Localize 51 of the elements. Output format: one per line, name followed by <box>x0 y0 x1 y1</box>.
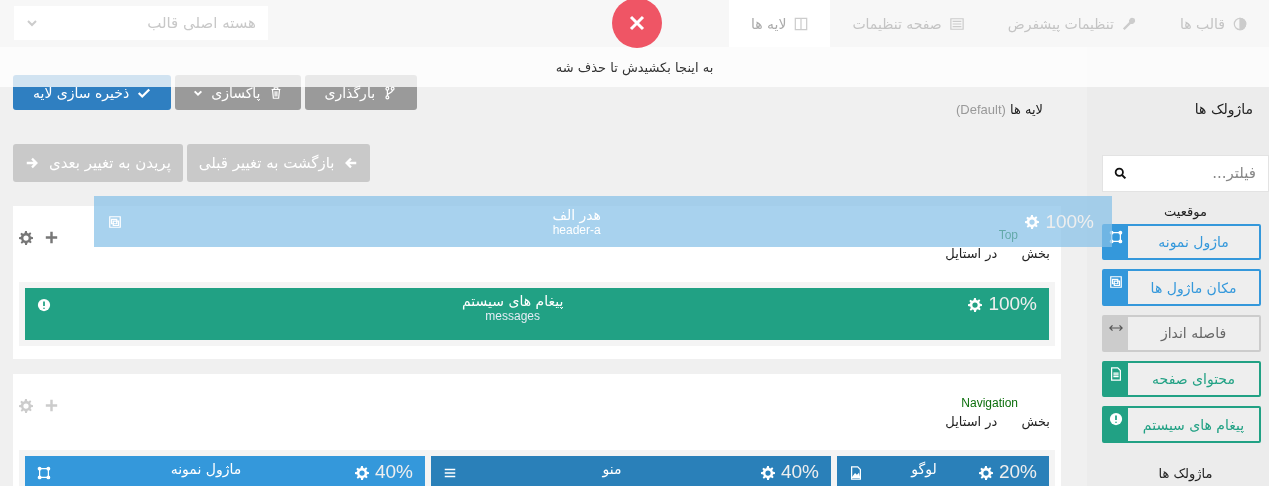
module-item[interactable]: محتوای صفحه <box>1102 360 1261 398</box>
plus-icon[interactable] <box>45 231 58 244</box>
nodes-icon <box>37 466 51 480</box>
search-icon <box>1114 167 1127 180</box>
module-title: ماژول نمونه <box>170 461 242 477</box>
group-label: موقعیت <box>1163 202 1208 222</box>
gear-icon[interactable] <box>978 466 993 480</box>
module-name: messages <box>485 309 541 323</box>
exclamation-icon <box>1109 412 1123 427</box>
gear-icon[interactable] <box>19 231 33 245</box>
chevron-icon <box>26 17 38 29</box>
exclamation-icon <box>37 298 51 312</box>
section-label: بخش <box>1021 246 1050 261</box>
document-icon <box>1109 366 1123 381</box>
menu-icon <box>443 466 457 480</box>
group-label: ماژولک ها <box>1157 464 1214 484</box>
section-title: Navigation <box>961 396 1018 410</box>
drop-hint: به اینجا بکشیدش تا حذف شه <box>555 59 714 75</box>
module-title: لوگو <box>911 461 937 477</box>
module-title: هدر الف <box>552 206 601 223</box>
style-label: در استایل <box>945 414 998 429</box>
sidebar-title: ماژولک ها <box>1193 100 1254 117</box>
module-width: 20% <box>998 461 1037 483</box>
arrow-left-icon <box>344 156 359 170</box>
module-item[interactable]: ماژول نمونه <box>1102 223 1261 261</box>
module-width: 100% <box>988 293 1037 315</box>
gear-icon[interactable] <box>968 298 983 312</box>
module-title: پیغام های سیستم <box>462 293 564 309</box>
module-name: header-a <box>552 222 601 237</box>
module-item[interactable]: پیغام های سیستم <box>1102 406 1261 443</box>
filter-field[interactable]: فیلتر... <box>1102 155 1269 192</box>
tab[interactable]: لایه ها <box>728 0 831 47</box>
style-label: در استایل <box>945 246 998 261</box>
module-width: 100% <box>1045 210 1094 233</box>
module-width: 40% <box>780 461 819 483</box>
image-icon <box>849 466 863 480</box>
module-width: 40% <box>374 461 413 483</box>
half-circle-icon <box>1233 16 1247 31</box>
module-item[interactable]: فاصله انداز <box>1102 314 1261 352</box>
list-icon <box>949 16 964 31</box>
squares-icon <box>108 214 122 229</box>
wrench-icon <box>1121 16 1136 31</box>
arrow-right-icon <box>25 156 39 170</box>
module-item[interactable]: مکان ماژول ها <box>1102 269 1261 306</box>
section-label: بخش <box>1021 414 1050 429</box>
squares-icon <box>1109 275 1123 290</box>
module-title: منو <box>602 461 622 477</box>
section-title: Top <box>998 228 1018 242</box>
gear-icon[interactable] <box>354 466 369 480</box>
columns-icon <box>794 16 809 31</box>
gear-icon[interactable] <box>760 466 775 480</box>
